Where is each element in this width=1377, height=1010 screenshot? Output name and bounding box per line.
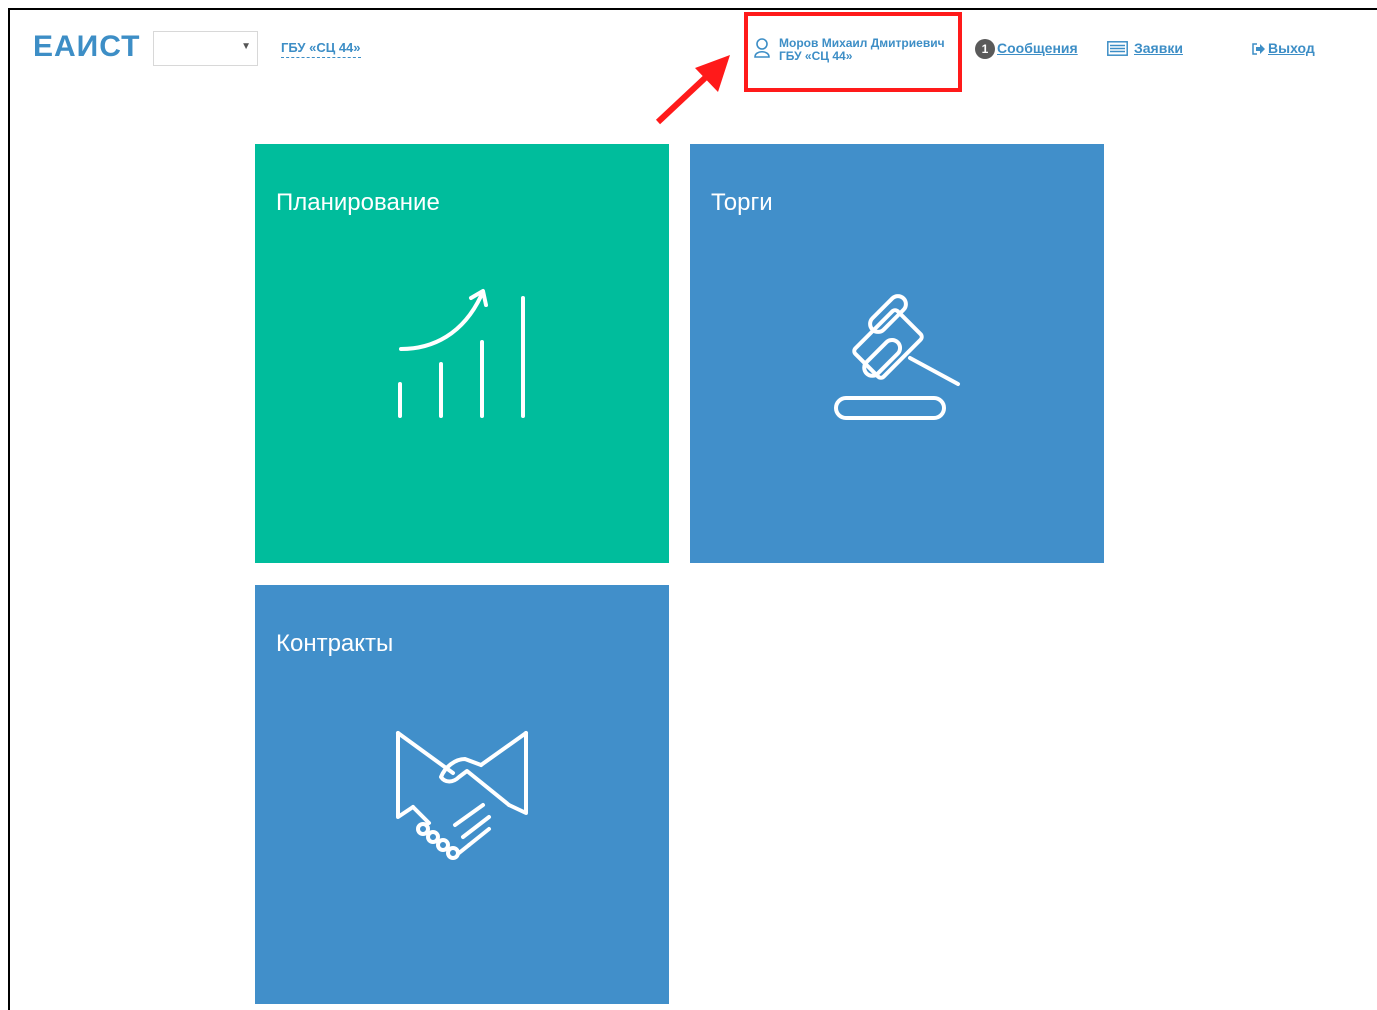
logout-icon <box>1252 42 1266 60</box>
organization-link[interactable]: ГБУ «СЦ 44» <box>281 40 361 58</box>
orders-link[interactable]: Заявки <box>1134 40 1183 56</box>
tile-trading[interactable]: Торги <box>690 144 1104 563</box>
annotation-arrow <box>650 50 740 135</box>
logout-link[interactable]: Выход <box>1268 40 1315 56</box>
app-logo[interactable]: ЕАИСТ <box>33 30 140 64</box>
messages-link[interactable]: Сообщения <box>997 40 1078 56</box>
messages-count-badge: 1 <box>975 39 995 59</box>
gavel-icon <box>834 294 960 420</box>
tile-contracts-title: Контракты <box>276 630 394 657</box>
tile-trading-title: Торги <box>711 189 773 216</box>
user-highlight-box <box>744 12 962 92</box>
user-organization[interactable]: ГБУ «СЦ 44» <box>779 50 852 63</box>
user-icon <box>753 37 771 64</box>
tile-planning[interactable]: Планирование <box>255 144 669 563</box>
context-select[interactable]: ▼ <box>153 31 258 66</box>
tile-contracts[interactable]: Контракты <box>255 585 669 1004</box>
chevron-down-icon: ▼ <box>241 41 251 52</box>
tile-planning-title: Планирование <box>276 189 440 216</box>
list-icon <box>1107 41 1128 61</box>
growth-chart-icon <box>398 289 525 418</box>
handshake-icon <box>396 731 528 860</box>
